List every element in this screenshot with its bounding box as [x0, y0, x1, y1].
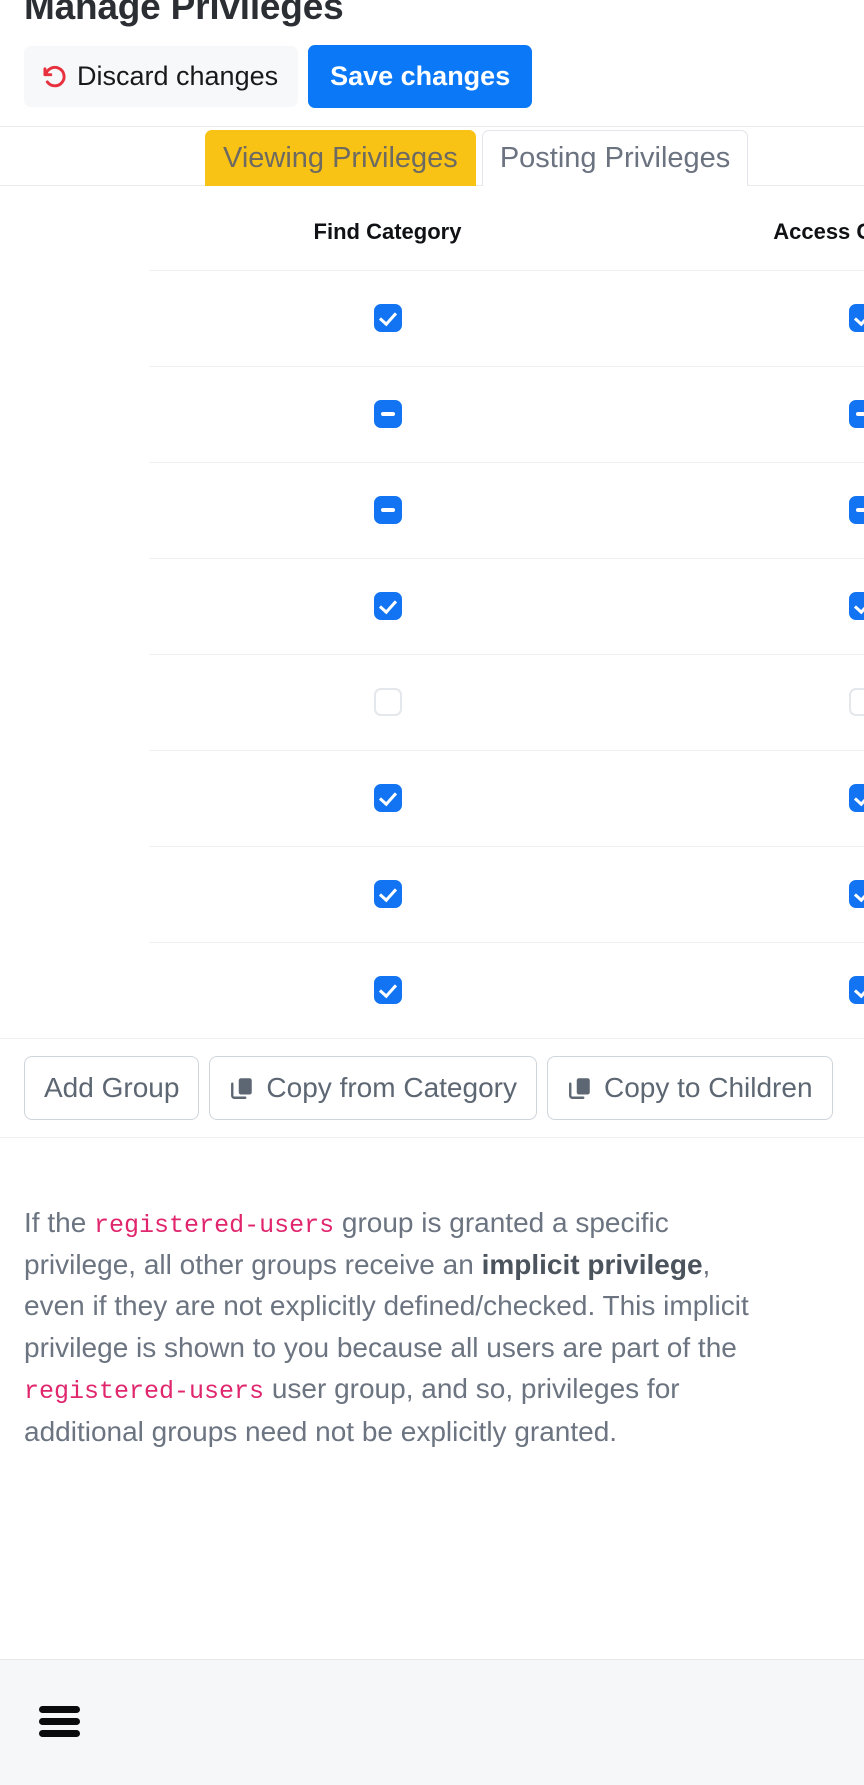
copy-from-category-button[interactable]: Copy from Category	[209, 1055, 537, 1120]
header-action-bar: Discard changes Save changes	[0, 29, 864, 108]
add-group-button[interactable]: Add Group	[24, 1055, 200, 1120]
find-category-cell	[150, 558, 625, 655]
find-category-cell	[150, 462, 625, 559]
table-row	[0, 270, 864, 367]
find-category-checkbox[interactable]	[373, 688, 402, 717]
access-category-cell	[625, 366, 864, 463]
table-header-row: Find Category Access Category	[0, 185, 864, 271]
copy-icon	[229, 1075, 255, 1101]
group-name-cell	[0, 750, 150, 846]
access-category-cell	[625, 750, 864, 847]
bottom-navigation-bar	[0, 1659, 864, 1785]
access-category-checkbox[interactable]	[848, 592, 864, 621]
find-category-checkbox[interactable]	[373, 784, 402, 813]
add-group-label: Add Group	[44, 1071, 180, 1103]
column-header-find-category: Find Category	[150, 185, 625, 271]
find-category-cell	[150, 846, 625, 943]
access-category-checkbox[interactable]	[848, 496, 864, 525]
copy-to-children-label: Copy to Children	[603, 1071, 813, 1103]
access-category-cell	[625, 846, 864, 943]
table-row	[0, 366, 864, 463]
group-name-cell	[0, 558, 150, 654]
group-name-cell	[0, 462, 150, 558]
find-category-cell	[150, 270, 625, 367]
access-category-cell	[625, 942, 864, 1039]
tab-strip-container: Viewing Privileges Posting Privileges	[0, 125, 864, 186]
hamburger-bar	[39, 1718, 80, 1725]
table-row	[0, 558, 864, 655]
find-category-cell	[150, 654, 625, 751]
access-category-cell	[625, 654, 864, 751]
find-category-checkbox[interactable]	[373, 592, 402, 621]
discard-changes-button[interactable]: Discard changes	[24, 45, 299, 107]
page-title: Manage Privileges	[24, 0, 344, 27]
column-header-access-category: Access Category	[625, 185, 864, 271]
find-category-cell	[150, 366, 625, 463]
discard-changes-label: Discard changes	[77, 60, 279, 91]
undo-icon	[41, 63, 68, 90]
privileges-table-body	[0, 270, 864, 1039]
hamburger-bar	[39, 1730, 80, 1737]
table-row	[0, 462, 864, 559]
find-category-checkbox[interactable]	[373, 304, 402, 333]
table-actions-row: Add Group Copy from Category Copy to Chi…	[0, 1039, 864, 1138]
access-category-checkbox[interactable]	[848, 880, 864, 909]
tab-posting-privileges[interactable]: Posting Privileges	[481, 129, 749, 186]
privileges-table-head: Find Category Access Category	[0, 185, 864, 271]
copy-icon	[567, 1075, 593, 1101]
group-name-cell	[0, 270, 150, 366]
group-name-column-header	[0, 186, 150, 271]
find-category-checkbox[interactable]	[373, 400, 402, 429]
desc-part-1: If the	[24, 1206, 95, 1238]
access-category-checkbox[interactable]	[848, 400, 864, 429]
access-category-checkbox[interactable]	[848, 688, 864, 717]
privileges-table: Find Category Access Category	[0, 185, 864, 1039]
save-changes-label: Save changes	[330, 60, 511, 91]
table-row	[0, 942, 864, 1039]
table-row	[0, 750, 864, 847]
group-name-cell	[0, 846, 150, 942]
find-category-cell	[150, 750, 625, 847]
copy-to-children-button[interactable]: Copy to Children	[546, 1055, 833, 1120]
tab-viewing-privileges[interactable]: Viewing Privileges	[205, 129, 476, 186]
save-changes-button[interactable]: Save changes	[308, 44, 533, 108]
find-category-checkbox[interactable]	[373, 880, 402, 909]
page-content: Manage Privileges Discard changes Save c…	[0, 0, 864, 1480]
access-category-cell	[625, 270, 864, 367]
table-row	[0, 846, 864, 943]
tab-posting-privileges-label: Posting Privileges	[499, 141, 731, 174]
group-name-cell	[0, 366, 150, 462]
hamburger-bar	[39, 1706, 80, 1713]
access-category-checkbox[interactable]	[848, 304, 864, 333]
access-category-cell	[625, 462, 864, 559]
hamburger-menu-icon[interactable]	[39, 1706, 80, 1737]
group-name-cell	[0, 942, 150, 1039]
access-category-cell	[625, 558, 864, 655]
find-category-cell	[150, 942, 625, 1039]
code-registered-users-1: registered-users	[94, 1210, 335, 1240]
privilege-tabs: Viewing Privileges Posting Privileges	[0, 127, 864, 186]
access-category-checkbox[interactable]	[848, 784, 864, 813]
access-category-checkbox[interactable]	[848, 976, 864, 1005]
group-name-cell	[0, 654, 150, 750]
desc-emphasis-implicit-privilege: implicit privilege	[481, 1249, 703, 1281]
code-registered-users-2: registered-users	[24, 1376, 265, 1406]
implicit-privilege-description: If the registered-users group is granted…	[0, 1166, 800, 1452]
find-category-checkbox[interactable]	[373, 976, 402, 1005]
copy-from-category-label: Copy from Category	[266, 1071, 517, 1103]
tab-viewing-privileges-label: Viewing Privileges	[223, 141, 458, 174]
app-viewport: Manage Privileges Discard changes Save c…	[0, 0, 864, 1785]
table-row	[0, 654, 864, 751]
find-category-checkbox[interactable]	[373, 496, 402, 525]
